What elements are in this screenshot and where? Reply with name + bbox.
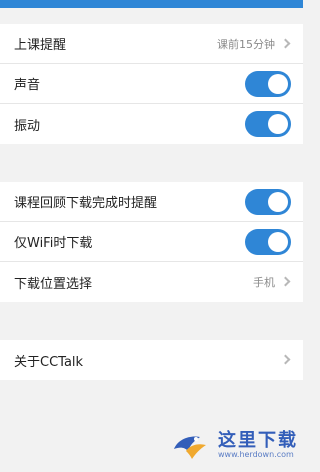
- about-right: [281, 353, 291, 367]
- vibration-toggle[interactable]: [245, 111, 291, 137]
- watermark: 这里下载 www.herdown.com: [168, 418, 303, 472]
- row-sound: 声音: [0, 64, 303, 104]
- toggle-knob: [268, 191, 288, 212]
- download-location-label: 下载位置选择: [14, 276, 93, 292]
- class-reminder-label: 上课提醒: [14, 38, 67, 53]
- sound-label: 声音: [14, 78, 41, 93]
- watermark-title: 这里下载: [218, 429, 298, 451]
- settings-group-2: 课程回顾下载完成时提醒 仅WiFi时下载 下载位置选择 手机: [0, 182, 303, 302]
- wifi-only-download-label: 仅WiFi时下载: [14, 236, 93, 251]
- class-reminder-right: 课前15分钟: [217, 36, 291, 52]
- sound-toggle[interactable]: [245, 70, 291, 97]
- vibration-label: 振动: [14, 118, 41, 134]
- about-label: 关于CCTalk: [14, 354, 84, 370]
- chevron-right-icon: [281, 275, 291, 289]
- review-download-notify-toggle[interactable]: [245, 188, 291, 215]
- row-about[interactable]: 关于CCTalk: [0, 340, 303, 380]
- row-class-reminder[interactable]: 上课提醒 课前15分钟: [0, 24, 303, 64]
- review-download-notify-label: 课程回顾下载完成时提醒: [14, 196, 158, 211]
- row-vibration: 振动: [0, 104, 303, 144]
- chevron-right-icon: [281, 37, 291, 51]
- row-download-location[interactable]: 下载位置选择 手机: [0, 262, 303, 302]
- settings-group-3: 关于CCTalk: [0, 340, 303, 380]
- settings-group-1: 上课提醒 课前15分钟 声音 振动: [0, 24, 303, 144]
- toggle-knob: [268, 73, 288, 94]
- chevron-right-icon: [281, 353, 291, 367]
- bird-logo-icon: [168, 427, 210, 463]
- toggle-knob: [268, 231, 288, 252]
- download-location-value: 手机: [253, 276, 275, 289]
- download-location-right: 手机: [253, 274, 291, 290]
- row-wifi-only-download: 仅WiFi时下载: [0, 222, 303, 262]
- row-review-download-notify: 课程回顾下载完成时提醒: [0, 182, 303, 222]
- wifi-only-download-toggle[interactable]: [245, 228, 291, 255]
- class-reminder-value: 课前15分钟: [217, 37, 275, 51]
- top-accent-bar: [0, 0, 303, 8]
- watermark-url: www.herdown.com: [218, 449, 294, 459]
- toggle-knob: [268, 114, 288, 134]
- watermark-text: 这里下载 www.herdown.com: [218, 429, 298, 460]
